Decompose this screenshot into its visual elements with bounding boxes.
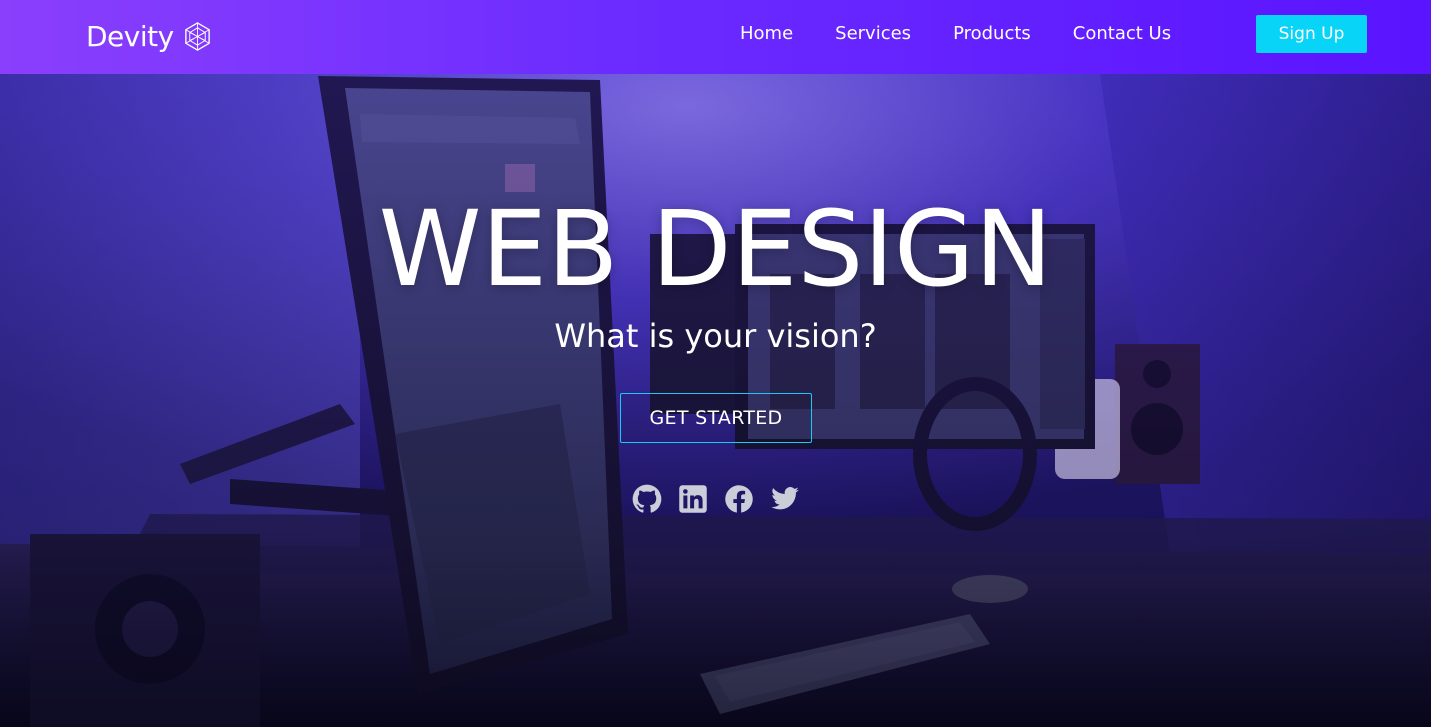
linkedin-link[interactable] xyxy=(678,484,708,514)
linkedin-icon xyxy=(679,485,707,513)
landing-page: Devity Home Services Products Contact Us… xyxy=(0,0,1431,727)
twitter-icon xyxy=(771,487,799,510)
facebook-link[interactable] xyxy=(724,484,754,514)
brand-name: Devity xyxy=(86,19,174,53)
github-link[interactable] xyxy=(632,484,662,514)
brand-link[interactable]: Devity xyxy=(86,18,213,54)
main-nav: Home Services Products Contact Us xyxy=(740,22,1171,46)
nav-link-home[interactable]: Home xyxy=(740,22,793,46)
social-links xyxy=(632,484,800,514)
get-started-button[interactable]: GET STARTED xyxy=(620,393,812,443)
sign-up-button[interactable]: Sign Up xyxy=(1256,15,1367,53)
nav-link-products[interactable]: Products xyxy=(953,22,1031,46)
facebook-icon xyxy=(725,485,753,513)
hero-section: WEB DESIGN What is your vision? GET STAR… xyxy=(0,74,1431,727)
hero-subtitle: What is your vision? xyxy=(554,317,877,355)
top-navbar: Devity Home Services Products Contact Us… xyxy=(0,0,1431,74)
hexagon-mesh-icon xyxy=(184,21,210,51)
github-icon xyxy=(632,484,662,513)
twitter-link[interactable] xyxy=(770,484,800,514)
nav-link-contact-us[interactable]: Contact Us xyxy=(1073,22,1171,46)
nav-link-services[interactable]: Services xyxy=(835,22,911,46)
hero-title: WEB DESIGN xyxy=(378,188,1053,310)
